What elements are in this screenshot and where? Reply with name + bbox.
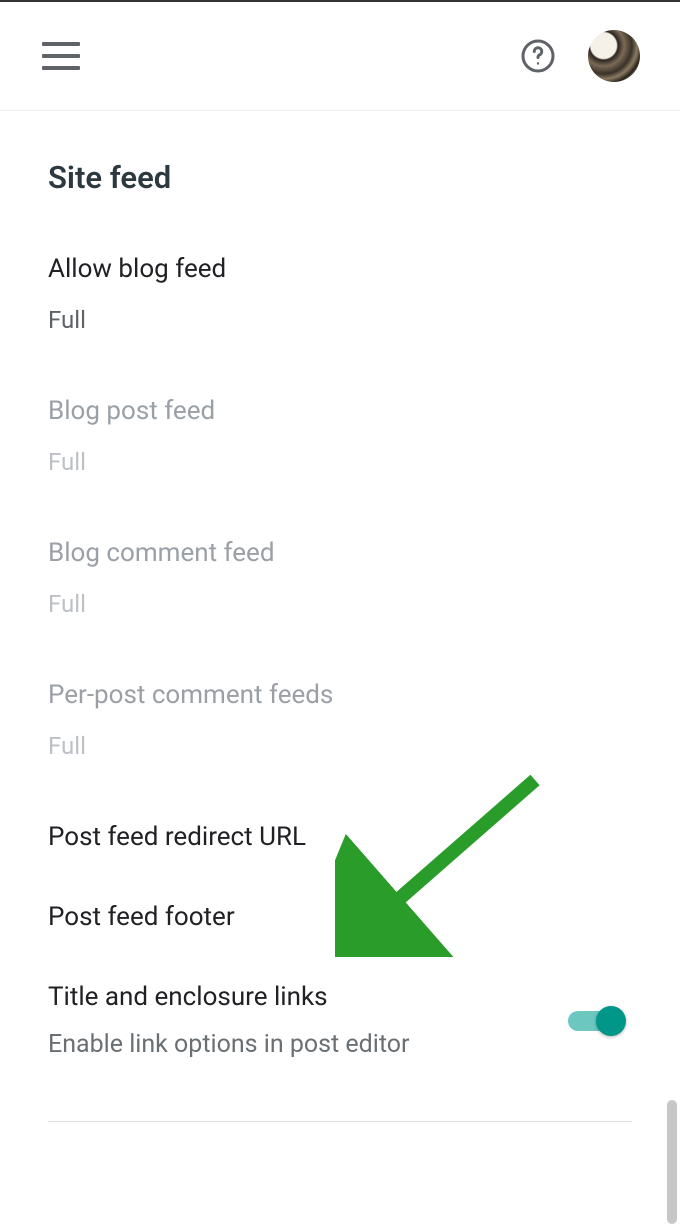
avatar[interactable] <box>588 30 640 82</box>
toggle-title: Title and enclosure links <box>48 982 548 1012</box>
toggle-knob <box>596 1006 626 1036</box>
setting-value: Full <box>48 448 632 476</box>
setting-label: Blog post feed <box>48 396 632 426</box>
header-right <box>520 30 640 82</box>
setting-post-feed-footer[interactable]: Post feed footer <box>48 902 632 932</box>
section-title: Site feed <box>48 159 632 196</box>
divider <box>48 1121 632 1122</box>
content: Site feed Allow blog feed Full Blog post… <box>0 111 680 1122</box>
setting-label: Post feed redirect URL <box>48 822 632 852</box>
toggle-subtitle: Enable link options in post editor <box>48 1030 548 1059</box>
setting-value: Full <box>48 732 632 760</box>
setting-blog-post-feed: Blog post feed Full <box>48 396 632 476</box>
setting-blog-comment-feed: Blog comment feed Full <box>48 538 632 618</box>
setting-label: Per-post comment feeds <box>48 680 632 710</box>
toggle-switch[interactable] <box>568 1011 620 1031</box>
toggle-text: Title and enclosure links Enable link op… <box>48 982 548 1059</box>
setting-allow-blog-feed[interactable]: Allow blog feed Full <box>48 254 632 334</box>
setting-per-post-comment-feeds: Per-post comment feeds Full <box>48 680 632 760</box>
scrollbar[interactable] <box>667 1100 677 1224</box>
setting-label: Blog comment feed <box>48 538 632 568</box>
setting-post-feed-redirect-url[interactable]: Post feed redirect URL <box>48 822 632 852</box>
setting-value: Full <box>48 590 632 618</box>
header <box>0 2 680 111</box>
setting-label: Post feed footer <box>48 902 632 932</box>
setting-title-enclosure-links: Title and enclosure links Enable link op… <box>48 982 632 1059</box>
setting-value: Full <box>48 306 632 334</box>
help-icon[interactable] <box>520 38 556 74</box>
setting-label: Allow blog feed <box>48 254 632 284</box>
hamburger-menu-icon[interactable] <box>42 42 80 70</box>
